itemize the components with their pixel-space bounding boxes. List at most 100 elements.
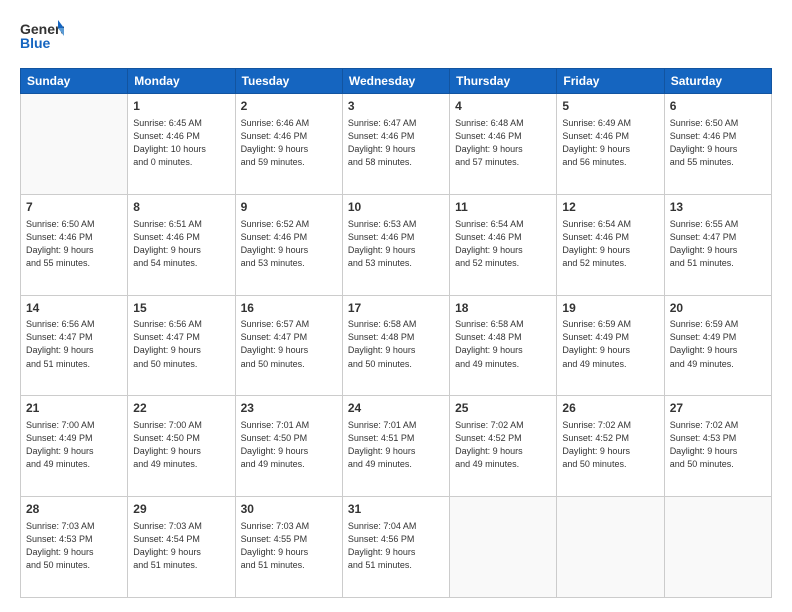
day-number: 4 — [455, 98, 551, 115]
day-info: Sunrise: 6:49 AMSunset: 4:46 PMDaylight:… — [562, 117, 658, 169]
logo-icon: General Blue — [20, 18, 64, 58]
weekday-header: Saturday — [664, 69, 771, 94]
weekday-header: Thursday — [450, 69, 557, 94]
weekday-header: Monday — [128, 69, 235, 94]
header: General Blue — [20, 18, 772, 58]
day-info: Sunrise: 6:59 AMSunset: 4:49 PMDaylight:… — [562, 318, 658, 370]
calendar-day-cell: 16Sunrise: 6:57 AMSunset: 4:47 PMDayligh… — [235, 295, 342, 396]
calendar-week-row: 21 Sunrise: 7:00 AMSunset: 4:49 PMDayligh… — [21, 396, 772, 497]
day-info: Sunrise: 6:53 AMSunset: 4:46 PMDaylight:… — [348, 218, 444, 270]
day-number: 25 — [455, 400, 551, 417]
logo: General Blue — [20, 18, 64, 58]
day-number: 15 — [133, 300, 229, 317]
calendar-day-cell: 21 Sunrise: 7:00 AMSunset: 4:49 PMDayligh… — [21, 396, 128, 497]
day-info: Sunrise: 6:48 AMSunset: 4:46 PMDaylight:… — [455, 117, 551, 169]
weekday-header: Tuesday — [235, 69, 342, 94]
day-number: 27 — [670, 400, 766, 417]
calendar-week-row: 14Sunrise: 6:56 AMSunset: 4:47 PMDayligh… — [21, 295, 772, 396]
calendar-day-cell: 12 Sunrise: 6:54 AMSunset: 4:46 PMDayligh… — [557, 194, 664, 295]
day-number: 31 — [348, 501, 444, 518]
day-number: 3 — [348, 98, 444, 115]
day-info: Sunrise: 7:02 AMSunset: 4:52 PMDaylight:… — [562, 419, 658, 471]
day-number: 11 — [455, 199, 551, 216]
day-number: 14 — [26, 300, 122, 317]
day-number: 23 — [241, 400, 337, 417]
calendar-day-cell: 27Sunrise: 7:02 AMSunset: 4:53 PMDayligh… — [664, 396, 771, 497]
calendar-day-cell — [557, 497, 664, 598]
calendar-day-cell: 15Sunrise: 6:56 AMSunset: 4:47 PMDayligh… — [128, 295, 235, 396]
calendar-week-row: 7Sunrise: 6:50 AMSunset: 4:46 PMDaylight… — [21, 194, 772, 295]
calendar-day-cell: 22Sunrise: 7:00 AMSunset: 4:50 PMDayligh… — [128, 396, 235, 497]
weekday-header: Sunday — [21, 69, 128, 94]
calendar-day-cell: 1 Sunrise: 6:45 AMSunset: 4:46 PMDaylight… — [128, 94, 235, 195]
day-info: Sunrise: 6:50 AMSunset: 4:46 PMDaylight:… — [26, 218, 122, 270]
day-number: 12 — [562, 199, 658, 216]
day-number: 13 — [670, 199, 766, 216]
day-info: Sunrise: 7:01 AMSunset: 4:50 PMDaylight:… — [241, 419, 337, 471]
day-info: Sunrise: 6:45 AMSunset: 4:46 PMDaylight:… — [133, 117, 229, 169]
calendar-day-cell: 23 Sunrise: 7:01 AMSunset: 4:50 PMDayligh… — [235, 396, 342, 497]
day-number: 19 — [562, 300, 658, 317]
day-info: Sunrise: 7:04 AMSunset: 4:56 PMDaylight:… — [348, 520, 444, 572]
day-info: Sunrise: 7:01 AMSunset: 4:51 PMDaylight:… — [348, 419, 444, 471]
day-info: Sunrise: 7:00 AMSunset: 4:50 PMDaylight:… — [133, 419, 229, 471]
day-number: 30 — [241, 501, 337, 518]
calendar-day-cell: 4 Sunrise: 6:48 AMSunset: 4:46 PMDaylight… — [450, 94, 557, 195]
day-info: Sunrise: 6:54 AMSunset: 4:46 PMDaylight:… — [455, 218, 551, 270]
calendar-day-cell: 31 Sunrise: 7:04 AMSunset: 4:56 PMDayligh… — [342, 497, 449, 598]
day-info: Sunrise: 6:51 AMSunset: 4:46 PMDaylight:… — [133, 218, 229, 270]
calendar-day-cell: 19Sunrise: 6:59 AMSunset: 4:49 PMDayligh… — [557, 295, 664, 396]
calendar-day-cell: 29Sunrise: 7:03 AMSunset: 4:54 PMDayligh… — [128, 497, 235, 598]
day-number: 6 — [670, 98, 766, 115]
weekday-header: Friday — [557, 69, 664, 94]
calendar-day-cell: 28Sunrise: 7:03 AMSunset: 4:53 PMDayligh… — [21, 497, 128, 598]
day-number: 8 — [133, 199, 229, 216]
day-number: 5 — [562, 98, 658, 115]
day-number: 24 — [348, 400, 444, 417]
day-info: Sunrise: 7:02 AMSunset: 4:52 PMDaylight:… — [455, 419, 551, 471]
day-number: 2 — [241, 98, 337, 115]
svg-text:Blue: Blue — [20, 35, 51, 51]
day-info: Sunrise: 6:46 AMSunset: 4:46 PMDaylight:… — [241, 117, 337, 169]
calendar-day-cell: 6 Sunrise: 6:50 AMSunset: 4:46 PMDaylight… — [664, 94, 771, 195]
day-info: Sunrise: 6:54 AMSunset: 4:46 PMDaylight:… — [562, 218, 658, 270]
day-number: 9 — [241, 199, 337, 216]
day-number: 20 — [670, 300, 766, 317]
day-info: Sunrise: 6:58 AMSunset: 4:48 PMDaylight:… — [348, 318, 444, 370]
day-number: 21 — [26, 400, 122, 417]
day-number: 18 — [455, 300, 551, 317]
day-info: Sunrise: 7:03 AMSunset: 4:54 PMDaylight:… — [133, 520, 229, 572]
calendar-day-cell: 26 Sunrise: 7:02 AMSunset: 4:52 PMDayligh… — [557, 396, 664, 497]
calendar-day-cell — [450, 497, 557, 598]
calendar-day-cell: 18Sunrise: 6:58 AMSunset: 4:48 PMDayligh… — [450, 295, 557, 396]
day-info: Sunrise: 6:56 AMSunset: 4:47 PMDaylight:… — [133, 318, 229, 370]
day-info: Sunrise: 7:00 AMSunset: 4:49 PMDaylight:… — [26, 419, 122, 471]
calendar-day-cell: 11 Sunrise: 6:54 AMSunset: 4:46 PMDayligh… — [450, 194, 557, 295]
calendar-header-row: SundayMondayTuesdayWednesdayThursdayFrid… — [21, 69, 772, 94]
day-number: 1 — [133, 98, 229, 115]
calendar-day-cell: 9 Sunrise: 6:52 AMSunset: 4:46 PMDaylight… — [235, 194, 342, 295]
calendar-day-cell: 5 Sunrise: 6:49 AMSunset: 4:46 PMDaylight… — [557, 94, 664, 195]
day-info: Sunrise: 6:56 AMSunset: 4:47 PMDaylight:… — [26, 318, 122, 370]
calendar-week-row: 28Sunrise: 7:03 AMSunset: 4:53 PMDayligh… — [21, 497, 772, 598]
day-info: Sunrise: 6:47 AMSunset: 4:46 PMDaylight:… — [348, 117, 444, 169]
calendar-day-cell: 17Sunrise: 6:58 AMSunset: 4:48 PMDayligh… — [342, 295, 449, 396]
calendar-day-cell: 24 Sunrise: 7:01 AMSunset: 4:51 PMDayligh… — [342, 396, 449, 497]
calendar-day-cell: 30 Sunrise: 7:03 AMSunset: 4:55 PMDayligh… — [235, 497, 342, 598]
day-number: 17 — [348, 300, 444, 317]
calendar-day-cell: 8 Sunrise: 6:51 AMSunset: 4:46 PMDaylight… — [128, 194, 235, 295]
calendar-day-cell: 25 Sunrise: 7:02 AMSunset: 4:52 PMDayligh… — [450, 396, 557, 497]
calendar-day-cell: 14Sunrise: 6:56 AMSunset: 4:47 PMDayligh… — [21, 295, 128, 396]
weekday-header: Wednesday — [342, 69, 449, 94]
day-info: Sunrise: 6:57 AMSunset: 4:47 PMDaylight:… — [241, 318, 337, 370]
day-info: Sunrise: 7:03 AMSunset: 4:55 PMDaylight:… — [241, 520, 337, 572]
day-info: Sunrise: 6:50 AMSunset: 4:46 PMDaylight:… — [670, 117, 766, 169]
day-info: Sunrise: 6:58 AMSunset: 4:48 PMDaylight:… — [455, 318, 551, 370]
day-number: 10 — [348, 199, 444, 216]
calendar-day-cell: 3 Sunrise: 6:47 AMSunset: 4:46 PMDaylight… — [342, 94, 449, 195]
day-number: 26 — [562, 400, 658, 417]
calendar-table: SundayMondayTuesdayWednesdayThursdayFrid… — [20, 68, 772, 598]
calendar-day-cell — [21, 94, 128, 195]
day-info: Sunrise: 6:52 AMSunset: 4:46 PMDaylight:… — [241, 218, 337, 270]
calendar-day-cell: 20Sunrise: 6:59 AMSunset: 4:49 PMDayligh… — [664, 295, 771, 396]
